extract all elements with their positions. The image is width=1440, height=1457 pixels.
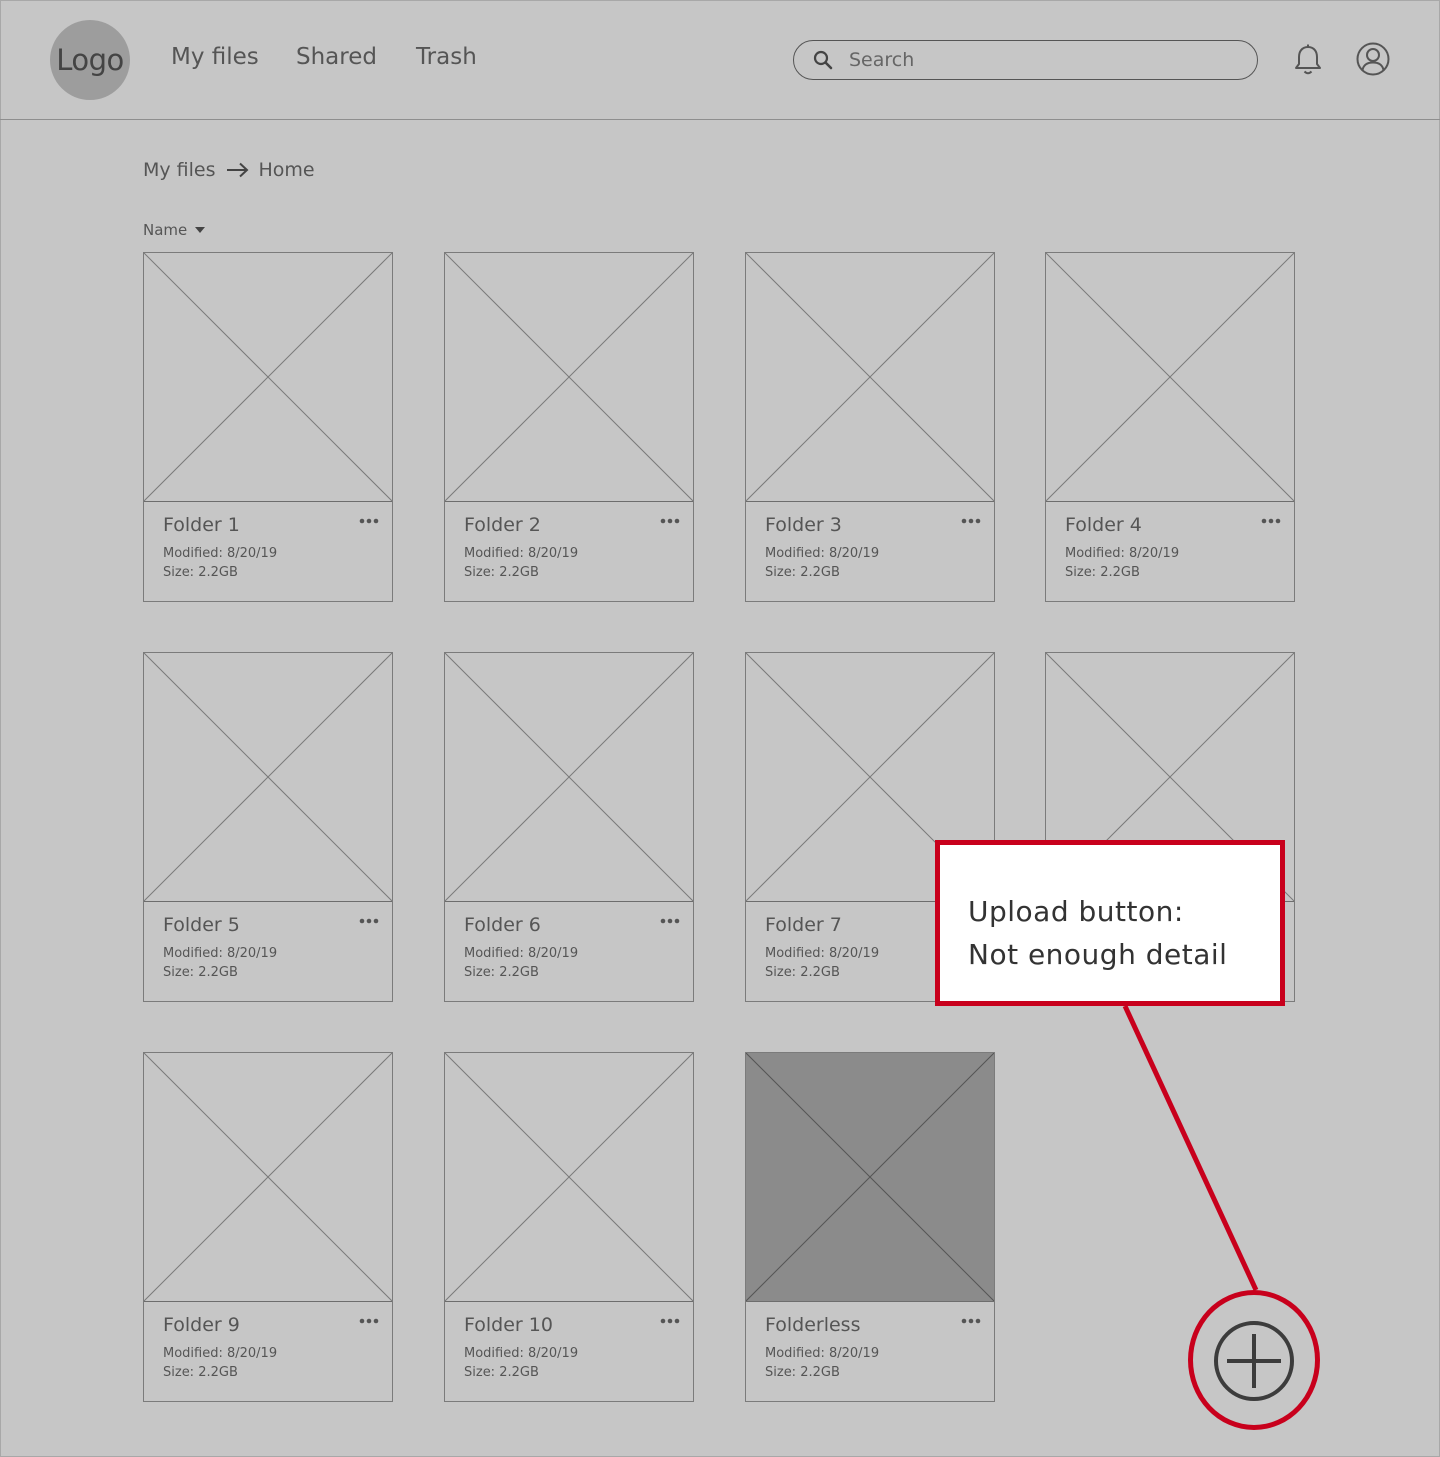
folder-name: Folder 3 xyxy=(765,514,842,536)
folder-thumbnail xyxy=(746,1053,994,1302)
folder-size: Size: 2.2GB xyxy=(765,1365,840,1380)
image-placeholder-icon xyxy=(144,1053,392,1301)
upload-button[interactable] xyxy=(1213,1320,1295,1402)
image-placeholder-icon xyxy=(445,653,693,901)
folder-card[interactable]: Folder 6 Modified: 8/20/19 Size: 2.2GB xyxy=(444,652,694,1002)
image-placeholder-icon xyxy=(144,253,392,501)
folder-name: Folderless xyxy=(765,1314,861,1336)
folder-modified: Modified: 8/20/19 xyxy=(464,946,579,961)
folder-name: Folder 5 xyxy=(163,914,240,936)
folder-thumbnail xyxy=(445,653,693,902)
folder-thumbnail xyxy=(144,253,392,502)
folder-card[interactable]: Folderless Modified: 8/20/19 Size: 2.2GB xyxy=(745,1052,995,1402)
folder-name: Folder 9 xyxy=(163,1314,240,1336)
image-placeholder-icon xyxy=(445,253,693,501)
image-placeholder-icon xyxy=(746,1053,994,1301)
more-options-icon[interactable] xyxy=(960,1315,982,1327)
folder-thumbnail xyxy=(746,253,994,502)
folder-name: Folder 10 xyxy=(464,1314,553,1336)
annotation-line-2: Not enough detail xyxy=(968,938,1228,971)
more-options-icon[interactable] xyxy=(1260,515,1282,527)
more-options-icon[interactable] xyxy=(358,915,380,927)
more-options-icon[interactable] xyxy=(960,515,982,527)
folder-size: Size: 2.2GB xyxy=(1065,565,1140,580)
folder-size: Size: 2.2GB xyxy=(464,965,539,980)
folder-modified: Modified: 8/20/19 xyxy=(464,546,579,561)
image-placeholder-icon xyxy=(746,253,994,501)
folder-size: Size: 2.2GB xyxy=(163,565,238,580)
more-options-icon[interactable] xyxy=(659,1315,681,1327)
more-options-icon[interactable] xyxy=(358,515,380,527)
folder-card[interactable]: Folder 3 Modified: 8/20/19 Size: 2.2GB xyxy=(745,252,995,602)
folder-name: Folder 1 xyxy=(163,514,240,536)
folder-size: Size: 2.2GB xyxy=(163,1365,238,1380)
folder-card[interactable]: Folder 1 Modified: 8/20/19 Size: 2.2GB xyxy=(143,252,393,602)
folder-card[interactable]: Folder 4 Modified: 8/20/19 Size: 2.2GB xyxy=(1045,252,1295,602)
folder-name: Folder 4 xyxy=(1065,514,1142,536)
folder-modified: Modified: 8/20/19 xyxy=(765,946,880,961)
annotation-callout: Upload button: Not enough detail xyxy=(935,840,1285,1006)
folder-modified: Modified: 8/20/19 xyxy=(163,946,278,961)
more-options-icon[interactable] xyxy=(659,915,681,927)
folder-thumbnail xyxy=(445,1053,693,1302)
more-options-icon[interactable] xyxy=(358,1315,380,1327)
more-options-icon[interactable] xyxy=(659,515,681,527)
folder-thumbnail xyxy=(144,1053,392,1302)
folder-card[interactable]: Folder 2 Modified: 8/20/19 Size: 2.2GB xyxy=(444,252,694,602)
image-placeholder-icon xyxy=(445,1053,693,1301)
folder-modified: Modified: 8/20/19 xyxy=(163,1346,278,1361)
folder-thumbnail xyxy=(1046,253,1294,502)
folder-name: Folder 2 xyxy=(464,514,541,536)
annotation-line-1: Upload button: xyxy=(968,895,1184,928)
folder-name: Folder 7 xyxy=(765,914,842,936)
folder-size: Size: 2.2GB xyxy=(163,965,238,980)
folder-size: Size: 2.2GB xyxy=(765,565,840,580)
folder-card[interactable]: Folder 5 Modified: 8/20/19 Size: 2.2GB xyxy=(143,652,393,1002)
folder-modified: Modified: 8/20/19 xyxy=(765,546,880,561)
image-placeholder-icon xyxy=(144,653,392,901)
folder-thumbnail xyxy=(144,653,392,902)
folder-modified: Modified: 8/20/19 xyxy=(1065,546,1180,561)
image-placeholder-icon xyxy=(1046,253,1294,501)
folder-modified: Modified: 8/20/19 xyxy=(765,1346,880,1361)
folder-modified: Modified: 8/20/19 xyxy=(163,546,278,561)
folder-thumbnail xyxy=(445,253,693,502)
folder-card[interactable]: Folder 10 Modified: 8/20/19 Size: 2.2GB xyxy=(444,1052,694,1402)
folder-size: Size: 2.2GB xyxy=(765,965,840,980)
folder-grid: Folder 1 Modified: 8/20/19 Size: 2.2GB Fold… xyxy=(0,0,1440,1457)
folder-size: Size: 2.2GB xyxy=(464,1365,539,1380)
folder-size: Size: 2.2GB xyxy=(464,565,539,580)
folder-name: Folder 6 xyxy=(464,914,541,936)
folder-modified: Modified: 8/20/19 xyxy=(464,1346,579,1361)
folder-card[interactable]: Folder 9 Modified: 8/20/19 Size: 2.2GB xyxy=(143,1052,393,1402)
